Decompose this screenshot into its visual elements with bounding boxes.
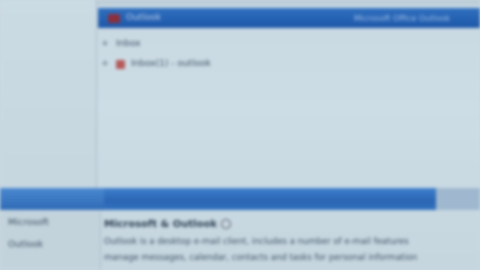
title-bar-label: Outlook: [126, 13, 162, 23]
tree-row[interactable]: + Inbox: [100, 34, 460, 54]
navigation-pane[interactable]: [0, 0, 97, 188]
description-title: Microsoft & Outlook: [104, 214, 476, 234]
description-line: Outlook is a desktop e-mail client, incl…: [104, 237, 409, 247]
help-icon[interactable]: [220, 219, 231, 229]
description-panel: Microsoft & Outlook Outlook is a desktop…: [104, 214, 476, 266]
tree-row[interactable]: + Inbox(1) - outlook: [100, 54, 460, 74]
status-band-right-end: [436, 188, 480, 210]
folder-icon: [116, 59, 125, 69]
bottom-left-item[interactable]: Microsoft: [0, 212, 100, 234]
description-line: manage messages, calendar, contacts and …: [104, 253, 418, 263]
expand-icon[interactable]: +: [100, 39, 110, 49]
expand-icon[interactable]: +: [100, 59, 110, 69]
folder-tree: + Inbox + Inbox(1) - outlook: [100, 34, 460, 74]
screenshot: Outlook Microsoft Office Outlook + Inbox…: [0, 0, 480, 270]
tree-row-label[interactable]: Inbox(1) - outlook: [131, 59, 211, 69]
status-band-left-segment: [0, 188, 104, 210]
selected-title-bar[interactable]: Outlook Microsoft Office Outlook: [98, 8, 480, 28]
bottom-left-panel: Microsoft Outlook: [0, 212, 101, 270]
title-bar-right-text: Microsoft Office Outlook: [354, 13, 450, 23]
bottom-left-item[interactable]: Outlook: [0, 234, 100, 256]
app-icon: [108, 13, 120, 23]
status-band: [0, 188, 480, 210]
tree-row-label[interactable]: Inbox: [116, 39, 141, 49]
description-title-text: Microsoft & Outlook: [104, 218, 217, 230]
